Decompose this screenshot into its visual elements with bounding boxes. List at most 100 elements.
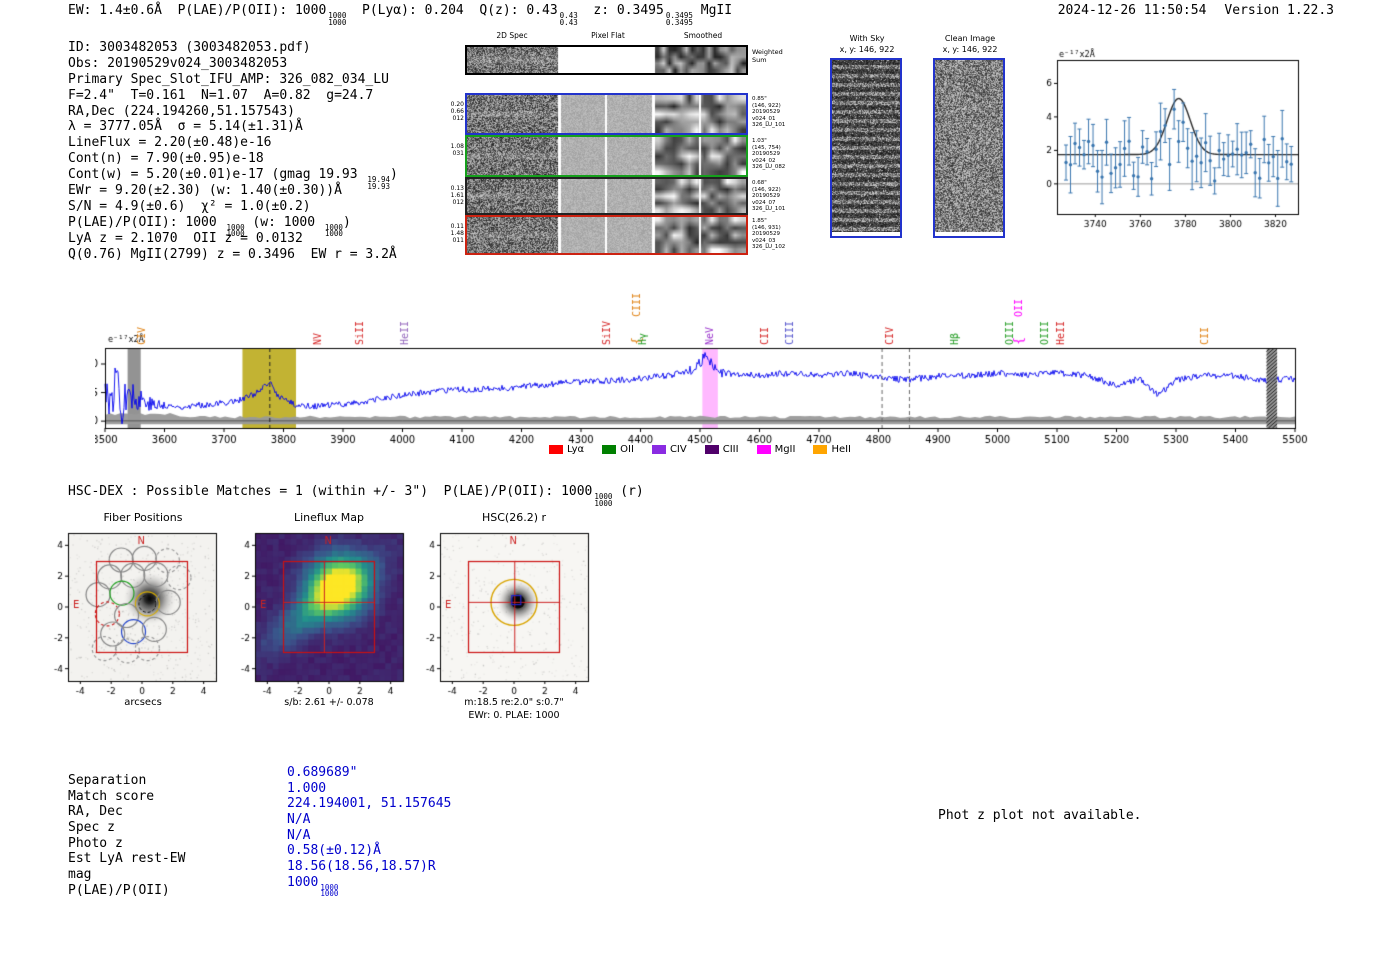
text-segment: EW: 1.4±0.6Å P(LAE)/P(OII): 1000 <box>68 3 327 18</box>
legend-item-HeII: HeII <box>813 444 851 455</box>
text-segment: ID: 3003482053 (3003482053.pdf) <box>68 40 311 55</box>
text-segment: 1000 <box>287 874 319 890</box>
legend-swatch <box>813 445 828 454</box>
legend-swatch <box>651 445 666 454</box>
match-row-label-4: Photo z <box>68 835 123 851</box>
spec2d-row-right-labels-2: 1.03" (145, 754) 20190529 v024_02 326_LU_082 <box>752 138 786 170</box>
elixer-detection-report: EW: 1.4±0.6Å P(LAE)/P(OII): 1000 1000 1000… <box>0 0 1400 953</box>
stacked-fraction: 0.43 0.43 <box>559 11 578 27</box>
match-row-label-0: Separation <box>68 773 147 788</box>
text-segment: P(Lyα): 0.204 Q(z): 0.43 <box>346 3 558 18</box>
info-line-0: ID: 3003482053 (3003482053.pdf) <box>68 40 398 56</box>
spec2d-row-1: 0.20 0.66 012 0.85" (146, 922) 20190529 v024_0… <box>451 93 785 135</box>
spec2d-row-right-labels-3: 0.68" (146, 922) 20190529 v024_07 326_LU_101 <box>752 180 786 212</box>
stacked-fraction: 1000 1000 <box>320 882 339 899</box>
hsc-caption-ew-plae: EWr: 0. PLAE: 1000 <box>468 710 560 721</box>
spec2d-row-left-labels-3: 0.13 1.61 012 <box>450 185 464 206</box>
spec2d-col-header-pixelflat: Pixel Flat <box>591 31 625 40</box>
legend-label: MgII <box>774 444 796 455</box>
info-line-10: S/N = 4.9(±0.6) χ² = 1.0(±0.2) <box>68 199 398 215</box>
text-segment: ) <box>390 167 398 183</box>
header-summary: EW: 1.4±0.6Å P(LAE)/P(OII): 1000 1000 1000… <box>68 3 732 26</box>
text-segment: Obs: 20190529v024_3003482053 <box>68 55 288 71</box>
clean-image-title: Clean Image <box>944 34 996 43</box>
legend-item-CIV: CIV <box>651 444 687 455</box>
match-row-value-4: N/A <box>287 828 451 844</box>
legend-swatch <box>756 445 771 454</box>
stacked-fraction: 1000 1000 <box>594 492 613 508</box>
info-line-11: P(LAE)/P(OII): 1000 1000 1000 (w: 1000 10… <box>68 214 398 238</box>
stacked-fraction: 0.3495 0.3495 <box>665 11 693 27</box>
stacked-fraction: 1000 1000 <box>324 222 343 239</box>
clean-image-frame <box>933 58 1005 238</box>
text-segment: 18.56(18.56,18.57)R <box>287 859 436 875</box>
text-segment: P(LAE)/P(OII): 1000 <box>68 214 225 230</box>
info-line-5: λ = 3777.05Å σ = 5.14(±1.31)Å <box>68 119 398 135</box>
text-segment: EWr = 9.20(±2.30) (w: 1.40(±0.30))Å <box>68 183 342 199</box>
stacked-fraction: 1000 1000 <box>328 11 347 27</box>
match-row-value-0: 0.689689" <box>287 765 451 781</box>
spec2d-row-image-0 <box>467 47 746 73</box>
text-segment: 224.194001, 51.157645 <box>287 796 452 812</box>
text-segment: N/A <box>287 812 311 828</box>
info-line-8: Cont(w) = 5.20(±0.01)e-17 (gmag 19.93 19… <box>68 167 398 190</box>
text-segment: Primary Spec_Slot_IFU_AMP: 326_082_034_L… <box>68 71 389 87</box>
match-row-label-6: mag <box>68 867 92 883</box>
match-row-label-2: RA, Dec <box>68 804 123 820</box>
hsc-cutout-plot <box>410 530 610 702</box>
match-row-label-7: P(LAE)/P(OII) <box>68 882 170 898</box>
match-row-value-7: 1000 1000 1000 <box>287 874 451 898</box>
clean-image-coords: x, y: 146, 922 <box>942 45 998 54</box>
text-segment: (w: 1000 <box>244 214 323 230</box>
withsky-title: With Sky <box>849 34 885 43</box>
info-line-1: Obs: 20190529v024_3003482053 <box>68 56 398 72</box>
text-segment: z: 0.3495 <box>577 3 664 18</box>
text-segment: HSC-DEX : Possible Matches = 1 (within +… <box>68 484 593 499</box>
version-text: Version 1.22.3 <box>1224 3 1334 18</box>
spec2d-row-right-labels-4: 1.85" (146, 931) 20190529 v024_03 326_LU_102 <box>752 218 786 250</box>
hsc-caption-morphology: m:18.5 re:2.0" s:0.7" <box>464 697 564 708</box>
legend-item-OII: OII <box>602 444 634 455</box>
match-row-value-3: N/A <box>287 812 451 828</box>
text-segment: RA,Dec (224.194260,51.157543) <box>68 103 295 119</box>
hsc-cutout-title: HSC(26.2) r <box>481 511 547 524</box>
hscdex-summary: HSC-DEX : Possible Matches = 1 (within +… <box>68 484 644 507</box>
legend-item-MgII: MgII <box>756 444 796 455</box>
text-segment: LineFlux = 2.20(±0.48)e-16 <box>68 135 272 151</box>
legend-swatch <box>602 445 617 454</box>
match-row-label-1: Match score <box>68 788 155 804</box>
info-line-13: Q(0.76) MgII(2799) z = 0.3496 EW r = 3.2… <box>68 247 398 263</box>
spec2d-row-left-labels-1: 0.20 0.66 012 <box>450 101 464 122</box>
match-row-value-6: 18.56(18.56,18.57)R <box>287 859 451 875</box>
spec2d-row-0: Weighted Sum <box>465 45 783 75</box>
text-segment: LyA z = 2.1070 OII z = 0.0132 <box>68 230 303 246</box>
spec2d-row-left-labels-2: 1.08 031 <box>450 143 464 157</box>
photz-note: Phot z plot not available. <box>938 808 1142 823</box>
spec2d-row-4: 0.11 1.48 011 1.85" (146, 931) 20190529 v024_0… <box>451 215 785 255</box>
spec2d-row-3: 0.13 1.61 012 0.68" (146, 922) 20190529 v024_0… <box>451 177 785 215</box>
text-segment: 0.689689" <box>287 765 358 780</box>
text-segment: N/A <box>287 827 311 843</box>
info-line-4: RA,Dec (224.194260,51.157543) <box>68 104 398 120</box>
legend-swatch <box>704 445 719 454</box>
text-segment: Cont(n) = 7.90(±0.95)e-18 <box>68 151 264 167</box>
fiber-positions-plot <box>38 530 238 702</box>
spec2d-col-header-2dspec: 2D Spec <box>496 31 528 40</box>
lineflux-map-plot <box>225 530 425 702</box>
spec2d-panel: Weighted Sum 0.20 0.66 012 0.85" (146, 922) 201… <box>451 45 785 257</box>
lineflux-caption: s/b: 2.61 +/- 0.078 <box>284 697 374 708</box>
spec2d-row-image-4 <box>467 217 746 253</box>
report-timestamp: 2024-12-26 11:50:54 Version 1.22.3 <box>1058 3 1334 18</box>
clean-image <box>935 60 1003 232</box>
text-segment: MgII <box>692 3 733 18</box>
match-row-label-3: Spec z <box>68 820 115 836</box>
text-segment: 1.000 <box>287 780 327 796</box>
match-row-value-2: 224.194001, 51.157645 <box>287 796 451 812</box>
date-text: 2024-12-26 11:50:54 <box>1057 3 1207 18</box>
withsky-coords: x, y: 146, 922 <box>839 45 895 54</box>
match-row-value-1: 1.000 <box>287 781 451 797</box>
spectrum-legend: Lyα OII CIV CIII MgII HeII <box>105 444 1295 455</box>
match-row-value-5: 0.58(±0.12)Å <box>287 843 451 859</box>
text-segment: 0.58(±0.12)Å <box>287 843 381 859</box>
text-segment: (r) <box>612 484 644 499</box>
